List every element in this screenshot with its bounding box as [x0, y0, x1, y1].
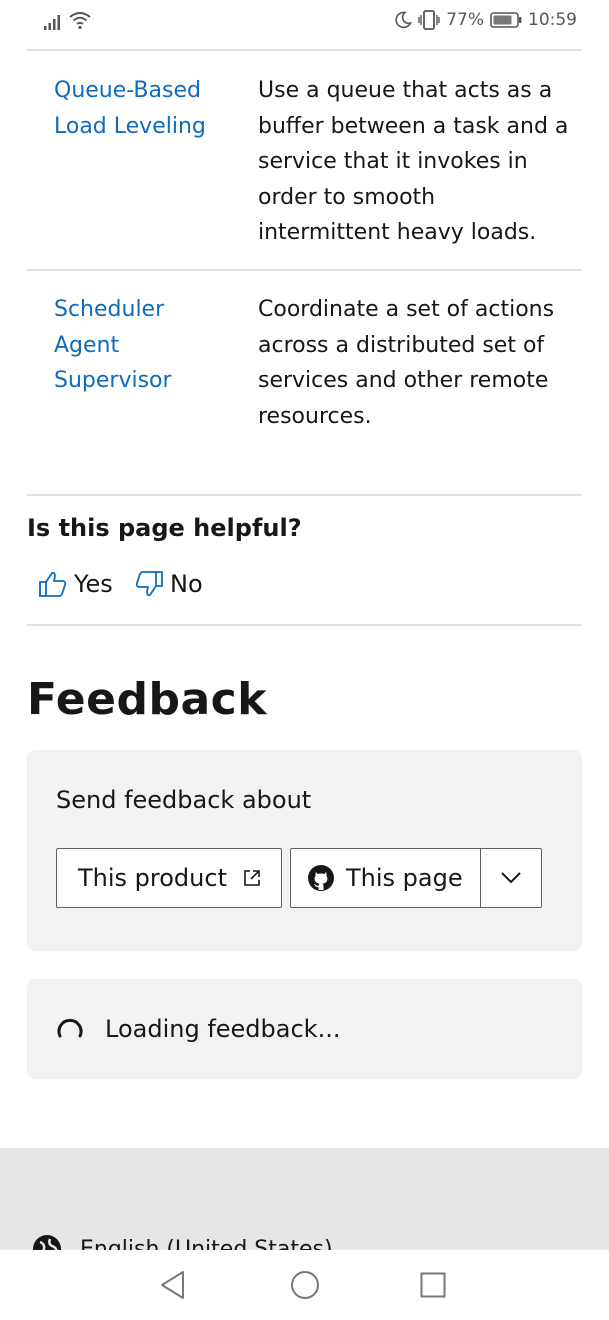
desc-line: intermittent heavy loads. [258, 220, 537, 245]
divider [27, 49, 582, 51]
pattern-link-queue-based-load-leveling[interactable]: Queue-Based Load Leveling [54, 73, 234, 144]
desc-line: across a distributed set of [258, 332, 545, 358]
divider [27, 624, 582, 626]
desc-line: Coordinate a set of actions [258, 297, 555, 322]
moon-icon [395, 11, 413, 29]
desc-line: Use a queue that acts as a [258, 78, 553, 103]
back-icon[interactable] [159, 1270, 187, 1300]
no-label: No [170, 570, 203, 598]
pattern-description: Use a queue that acts as a buffer betwee… [258, 73, 578, 251]
pattern-description: Coordinate a set of actions across a dis… [258, 292, 578, 434]
link-line: Scheduler [54, 297, 165, 322]
clock: 10:59 [528, 10, 577, 30]
send-feedback-label: Send feedback about [56, 786, 312, 814]
thumbs-down-icon [135, 571, 163, 597]
globe-icon [33, 1235, 61, 1250]
yes-label: Yes [74, 570, 113, 598]
loading-feedback-text: Loading feedback... [105, 1015, 341, 1043]
spinner-icon [57, 1018, 83, 1038]
link-line: Queue-Based [54, 78, 201, 103]
system-nav-bar [0, 1250, 609, 1320]
pattern-link-scheduler-agent-supervisor[interactable]: Scheduler Agent Supervisor [54, 292, 234, 399]
status-right: 77% 10:59 [394, 10, 577, 30]
feedback-heading: Feedback [27, 674, 267, 725]
language-label: English (United States) [80, 1236, 333, 1251]
yes-button[interactable]: Yes [38, 570, 113, 598]
desc-line: order to smooth [258, 184, 436, 210]
external-link-icon [244, 870, 260, 886]
link-line: Load Leveling [54, 113, 206, 139]
battery-percent: 77% [446, 10, 484, 30]
status-left [44, 10, 92, 30]
this-product-label: This product [78, 864, 227, 892]
wifi-icon [69, 12, 91, 30]
chevron-down-icon [501, 872, 521, 884]
desc-line: service that it invokes in [258, 149, 528, 174]
divider [27, 269, 582, 271]
home-icon[interactable] [290, 1270, 320, 1300]
loading-feedback-card: Loading feedback... [27, 979, 582, 1079]
recents-icon[interactable] [420, 1272, 446, 1298]
this-page-button[interactable]: This page [291, 849, 481, 907]
divider [27, 494, 582, 496]
helpful-title: Is this page helpful? [27, 514, 302, 542]
thumbs-up-icon [39, 571, 67, 597]
signal-icon [44, 15, 60, 30]
link-line: Agent [54, 332, 120, 358]
battery-icon [490, 12, 522, 28]
language-selector[interactable]: English (United States) [32, 1234, 333, 1250]
this-page-button-group: This page [290, 848, 542, 908]
desc-line: resources. [258, 403, 372, 429]
this-page-label: This page [346, 864, 463, 892]
link-line: Supervisor [54, 368, 172, 393]
github-icon [308, 865, 334, 891]
desc-line: buffer between a task and a [258, 113, 569, 139]
this-product-button[interactable]: This product [56, 848, 282, 908]
status-bar: 77% 10:59 [0, 0, 609, 44]
no-button[interactable]: No [134, 570, 203, 598]
this-page-dropdown-button[interactable] [481, 849, 541, 907]
footer: English (United States) [0, 1148, 609, 1250]
desc-line: services and other remote [258, 368, 549, 393]
feedback-card: Send feedback about This product This pa… [27, 750, 582, 951]
vibrate-icon [418, 10, 440, 30]
